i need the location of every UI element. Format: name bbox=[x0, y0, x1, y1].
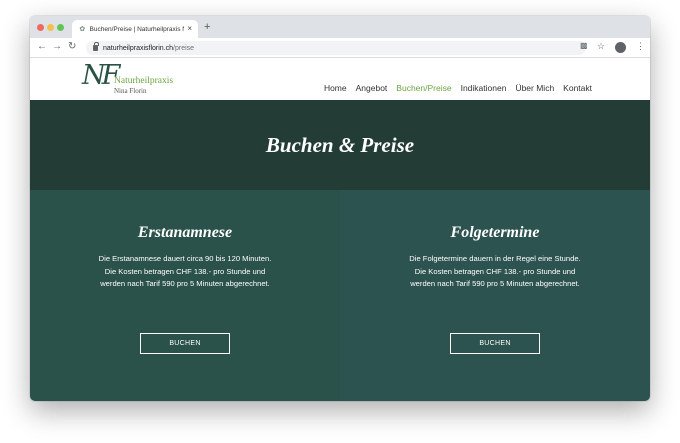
column-folgetermine: Folgetermine Die Folgetermine dauern in … bbox=[340, 190, 650, 401]
nav-item-ueber-mich[interactable]: Über Mich bbox=[515, 83, 554, 93]
address-bar[interactable]: naturheilpraxisflorin.ch/preise bbox=[86, 41, 586, 55]
price-columns: Erstanamnese Die Erstanamnese dauert cir… bbox=[30, 190, 650, 401]
logo[interactable]: NF Naturheilpraxis Nina Florin bbox=[82, 62, 192, 98]
hero-banner: Buchen & Preise bbox=[30, 100, 650, 190]
site-header: NF Naturheilpraxis Nina Florin Home Ange… bbox=[30, 58, 650, 100]
main-nav: Home Angebot Buchen/Preise Indikationen … bbox=[324, 83, 592, 93]
nav-item-home[interactable]: Home bbox=[324, 83, 347, 93]
column-text: Die Erstanamnese dauert circa 90 bis 120… bbox=[98, 254, 272, 289]
page-title: Buchen & Preise bbox=[265, 132, 415, 157]
reload-icon[interactable]: ↻ bbox=[68, 42, 76, 52]
forward-icon[interactable]: → bbox=[52, 42, 62, 52]
book-button-erstanamnese[interactable]: BUCHEN bbox=[140, 333, 230, 354]
profile-icon[interactable] bbox=[615, 42, 626, 53]
browser-toolbar: ← → ↻ naturheilpraxisflorin.ch/preise ▩ … bbox=[30, 38, 650, 58]
url-path: /preise bbox=[173, 44, 195, 52]
lock-icon bbox=[93, 42, 99, 51]
star-icon[interactable]: ☆ bbox=[597, 42, 605, 51]
column-title: Erstanamnese bbox=[137, 224, 233, 241]
maximize-window-button[interactable] bbox=[57, 24, 64, 31]
nav-item-kontakt[interactable]: Kontakt bbox=[563, 83, 592, 93]
book-button-folgetermine[interactable]: BUCHEN bbox=[450, 333, 540, 354]
column-title: Folgetermine bbox=[450, 224, 540, 241]
back-icon[interactable]: ← bbox=[37, 42, 47, 52]
new-tab-button[interactable]: + bbox=[204, 22, 210, 33]
logo-name: Naturheilpraxis bbox=[114, 76, 174, 86]
close-icon[interactable]: × bbox=[187, 25, 192, 33]
column-text: Die Folgetermine dauern in der Regel ein… bbox=[409, 254, 581, 289]
url-host: naturheilpraxisflorin.ch bbox=[103, 44, 174, 52]
column-erstanamnese: Erstanamnese Die Erstanamnese dauert cir… bbox=[30, 190, 340, 401]
menu-icon[interactable]: ⋮ bbox=[636, 42, 645, 51]
translate-icon[interactable]: ▩ bbox=[580, 42, 588, 50]
minimize-window-button[interactable] bbox=[47, 24, 54, 31]
nav-item-angebot[interactable]: Angebot bbox=[356, 83, 388, 93]
browser-window: ✿ Buchen/Preise | Naturheilpraxis Nina F… bbox=[30, 16, 650, 401]
tab-title: Buchen/Preise | Naturheilpraxis Nina Flo… bbox=[89, 25, 185, 33]
logo-subtitle: Nina Florin bbox=[114, 87, 147, 95]
logo-mark: NF bbox=[82, 60, 120, 91]
nav-item-buchen-preise[interactable]: Buchen/Preise bbox=[396, 83, 451, 93]
browser-tab[interactable]: ✿ Buchen/Preise | Naturheilpraxis Nina F… bbox=[72, 20, 198, 38]
favicon-icon: ✿ bbox=[79, 26, 86, 33]
tab-bar: ✿ Buchen/Preise | Naturheilpraxis Nina F… bbox=[30, 16, 650, 38]
nav-item-indikationen[interactable]: Indikationen bbox=[461, 83, 507, 93]
close-window-button[interactable] bbox=[37, 24, 44, 31]
